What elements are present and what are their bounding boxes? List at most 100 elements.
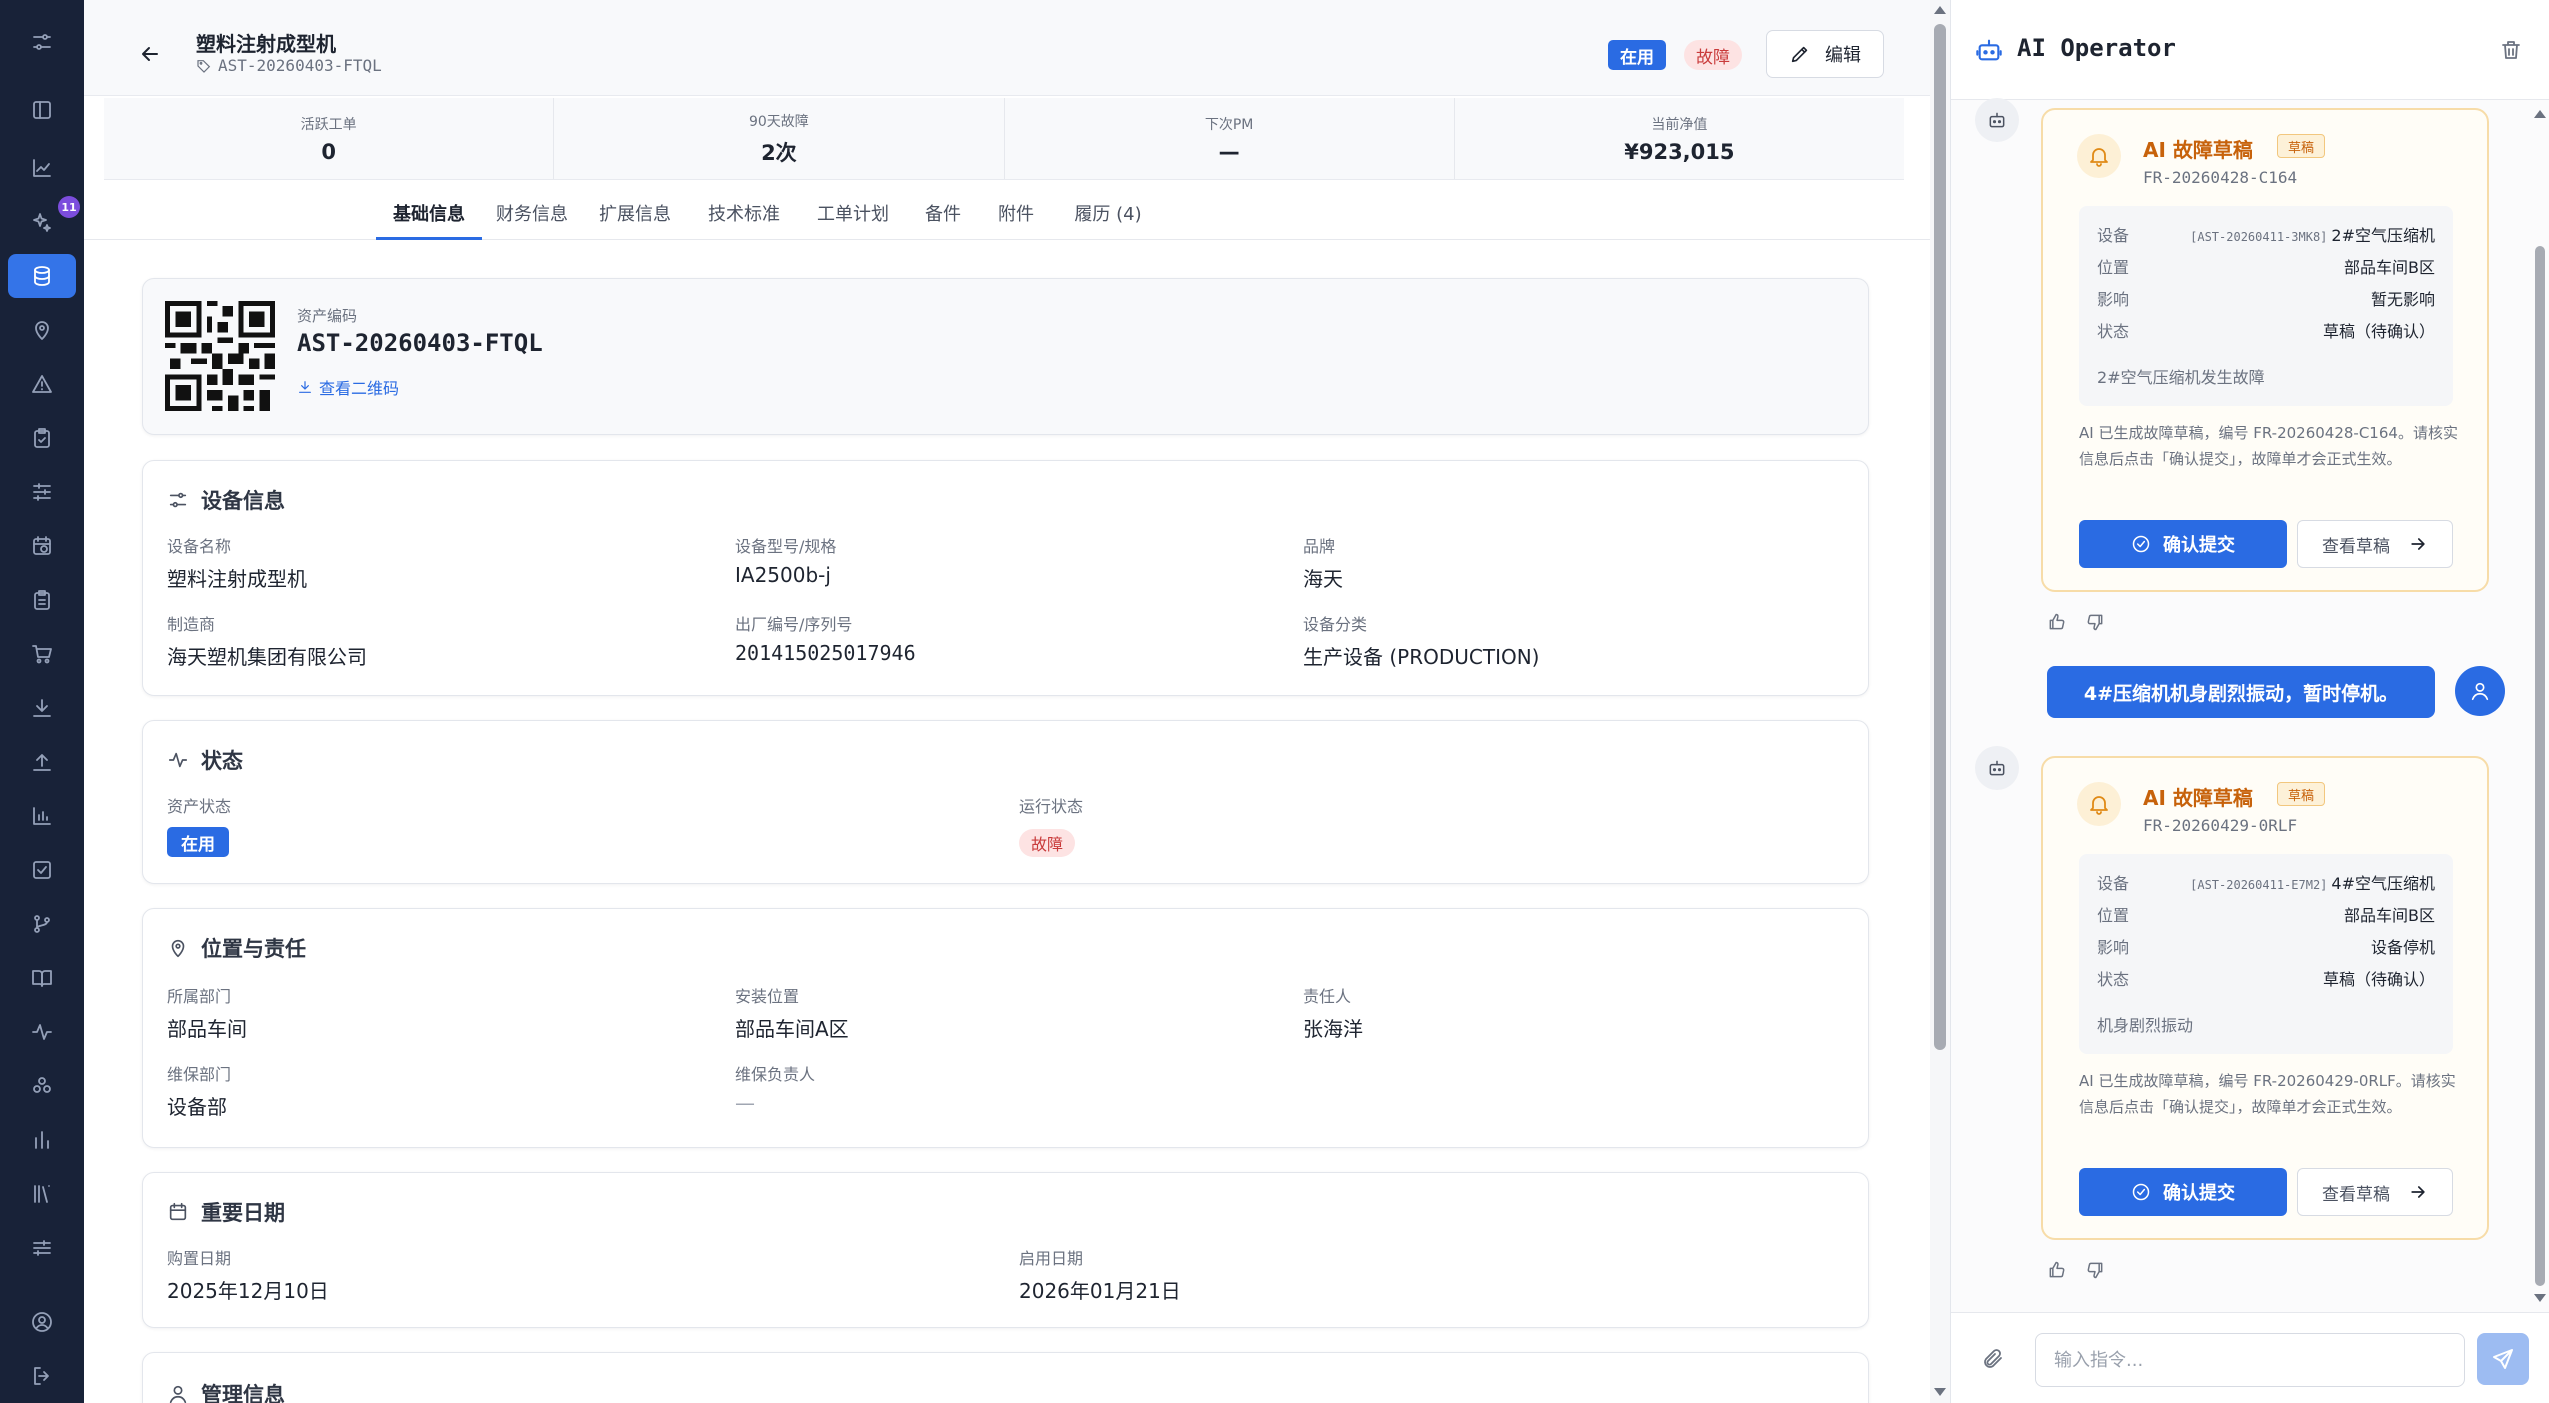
command-input[interactable] bbox=[2035, 1333, 2465, 1387]
edit-button[interactable]: 编辑 bbox=[1766, 30, 1884, 78]
draft-info-box: 设备 [AST-20260411-E7M2] 4#空气压缩机 位置 部品车间B区 … bbox=[2079, 854, 2453, 1054]
confirm-submit-button[interactable]: 确认提交 bbox=[2079, 1168, 2287, 1216]
draft-field-value: 部品车间B区 bbox=[2344, 906, 2435, 925]
database-icon[interactable] bbox=[8, 254, 76, 298]
thumbs-up-icon[interactable] bbox=[2047, 1260, 2067, 1280]
stat-next-pm: 下次PM — bbox=[1005, 98, 1455, 179]
trash-icon bbox=[2502, 41, 2520, 59]
qr-code-image[interactable] bbox=[165, 301, 275, 411]
user-icon bbox=[169, 1385, 187, 1403]
robot-icon bbox=[1975, 36, 2003, 64]
field-label: 设备名称 bbox=[167, 537, 232, 556]
line-chart-icon[interactable] bbox=[8, 146, 76, 190]
card-title-text: 设备信息 bbox=[201, 489, 285, 513]
clipboard-list-icon[interactable] bbox=[8, 578, 76, 622]
attach-button[interactable] bbox=[1981, 1347, 2005, 1371]
tab-tech-standard[interactable]: 技术标准 bbox=[688, 194, 800, 240]
ai-operator-panel: AI Operator AI 故障草稿 草稿 FR-20260428-C164 … bbox=[1950, 0, 2549, 1403]
user-circle-icon[interactable] bbox=[8, 1300, 76, 1344]
thumbs-down-icon[interactable] bbox=[2085, 612, 2105, 632]
git-branch-icon[interactable] bbox=[8, 902, 76, 946]
ai-scroll-down-arrow-icon[interactable] bbox=[2534, 1294, 2546, 1302]
confirm-submit-label: 确认提交 bbox=[2163, 1183, 2235, 1204]
field-label: 品牌 bbox=[1303, 537, 1336, 556]
bot-avatar bbox=[1975, 746, 2019, 790]
field-value: 2026年01月21日 bbox=[1019, 1279, 1181, 1303]
draft-field-value: 部品车间B区 bbox=[2344, 258, 2435, 277]
tab-attachments[interactable]: 附件 bbox=[980, 194, 1052, 240]
draft-field-label: 影响 bbox=[2097, 290, 2130, 309]
tab-extended[interactable]: 扩展信息 bbox=[582, 194, 688, 240]
scroll-up-arrow-icon[interactable] bbox=[1934, 6, 1946, 14]
draft-title: AI 故障草稿 bbox=[2143, 138, 2253, 162]
logout-icon[interactable] bbox=[8, 1354, 76, 1398]
sliders-icon[interactable] bbox=[8, 470, 76, 514]
draft-field-value: 草稿（待确认） bbox=[2322, 322, 2435, 341]
checkbox-icon[interactable] bbox=[8, 848, 76, 892]
bar-chart-2-icon[interactable] bbox=[8, 1118, 76, 1162]
download-icon[interactable] bbox=[8, 686, 76, 730]
activity-icon[interactable] bbox=[8, 1010, 76, 1054]
field-label: 运行状态 bbox=[1019, 797, 1084, 816]
tab-work-plan[interactable]: 工单计划 bbox=[800, 194, 906, 240]
draft-title: AI 故障草稿 bbox=[2143, 786, 2253, 810]
thumbs-down-icon[interactable] bbox=[2085, 1260, 2105, 1280]
robot-icon bbox=[1989, 760, 2005, 776]
view-qr-link[interactable]: 查看二维码 bbox=[297, 375, 399, 399]
boxes-icon[interactable] bbox=[8, 1064, 76, 1108]
view-draft-button[interactable]: 查看草稿 bbox=[2297, 520, 2453, 568]
filters-icon[interactable] bbox=[8, 20, 76, 64]
view-draft-label: 查看草稿 bbox=[2322, 1184, 2390, 1205]
send-button[interactable] bbox=[2477, 1333, 2529, 1385]
tab-spare-parts[interactable]: 备件 bbox=[906, 194, 980, 240]
draft-tag-badge: 草稿 bbox=[2277, 782, 2326, 806]
stat-value: 2次 bbox=[761, 140, 797, 165]
card-title-text: 位置与责任 bbox=[201, 937, 306, 961]
field-label: 资产状态 bbox=[167, 797, 232, 816]
device-code: [AST-20260411-3MK8] bbox=[2190, 230, 2328, 244]
calendar-clock-icon[interactable] bbox=[8, 524, 76, 568]
confirm-submit-button[interactable]: 确认提交 bbox=[2079, 520, 2287, 568]
page-header: 塑料注射成型机 AST-20260403-FTQL 在用 故障 编辑 bbox=[84, 0, 1930, 96]
upload-icon[interactable] bbox=[8, 740, 76, 784]
tab-finance[interactable]: 财务信息 bbox=[482, 194, 582, 240]
field-label: 维保负责人 bbox=[735, 1065, 816, 1084]
tab-basic-info[interactable]: 基础信息 bbox=[376, 194, 482, 240]
thumbs-up-icon[interactable] bbox=[2047, 612, 2067, 632]
view-draft-button[interactable]: 查看草稿 bbox=[2297, 1168, 2453, 1216]
cart-icon[interactable] bbox=[8, 632, 76, 676]
scroll-down-arrow-icon[interactable] bbox=[1934, 1388, 1946, 1396]
stat-active-work-orders: 活跃工单 0 bbox=[104, 98, 555, 179]
clipboard-check-icon[interactable] bbox=[8, 416, 76, 460]
tab-history[interactable]: 履历 (4) bbox=[1052, 194, 1164, 240]
settings-sliders-icon[interactable] bbox=[8, 1226, 76, 1270]
device-name: 4#空气压缩机 bbox=[2331, 874, 2435, 893]
clear-chat-button[interactable] bbox=[2499, 38, 2523, 62]
location-pin-icon[interactable] bbox=[8, 308, 76, 352]
field-value: 2025年12月10日 bbox=[167, 1279, 329, 1303]
bar-chart-icon[interactable] bbox=[8, 794, 76, 838]
draft-note: AI 已生成故障草稿，编号 FR-20260429-0RLF。请核实信息后点击「… bbox=[2079, 1072, 2456, 1116]
book-open-icon[interactable] bbox=[8, 956, 76, 1000]
draft-field-label: 位置 bbox=[2097, 906, 2130, 925]
stat-value: 0 bbox=[321, 139, 336, 164]
library-icon[interactable] bbox=[8, 1172, 76, 1216]
card-title: 位置与责任 bbox=[167, 933, 306, 963]
view-draft-label: 查看草稿 bbox=[2322, 536, 2390, 557]
draft-field-value: [AST-20260411-E7M2] 4#空气压缩机 bbox=[2190, 870, 2435, 894]
calendar-icon bbox=[169, 1202, 187, 1221]
ai-scroll-up-arrow-icon[interactable] bbox=[2534, 110, 2546, 118]
ai-panel-scrollbar-thumb[interactable] bbox=[2535, 246, 2545, 1286]
stat-label: 90天故障 bbox=[748, 113, 809, 130]
card-title-text: 状态 bbox=[201, 749, 243, 773]
field-value: 201415025017946 bbox=[735, 641, 916, 665]
main-scrollbar-thumb[interactable] bbox=[1934, 24, 1946, 1050]
field-label: 设备型号/规格 bbox=[735, 537, 837, 556]
sidebar-toggle-icon[interactable] bbox=[8, 88, 76, 132]
back-button[interactable] bbox=[134, 38, 166, 70]
user-message: 4#压缩机机身剧烈振动，暂时停机。 bbox=[2047, 666, 2435, 718]
draft-field-label: 状态 bbox=[2097, 970, 2130, 989]
location-pin-icon bbox=[171, 939, 185, 958]
card-title-text: 管理信息 bbox=[201, 1383, 285, 1403]
alert-triangle-icon[interactable] bbox=[8, 362, 76, 406]
